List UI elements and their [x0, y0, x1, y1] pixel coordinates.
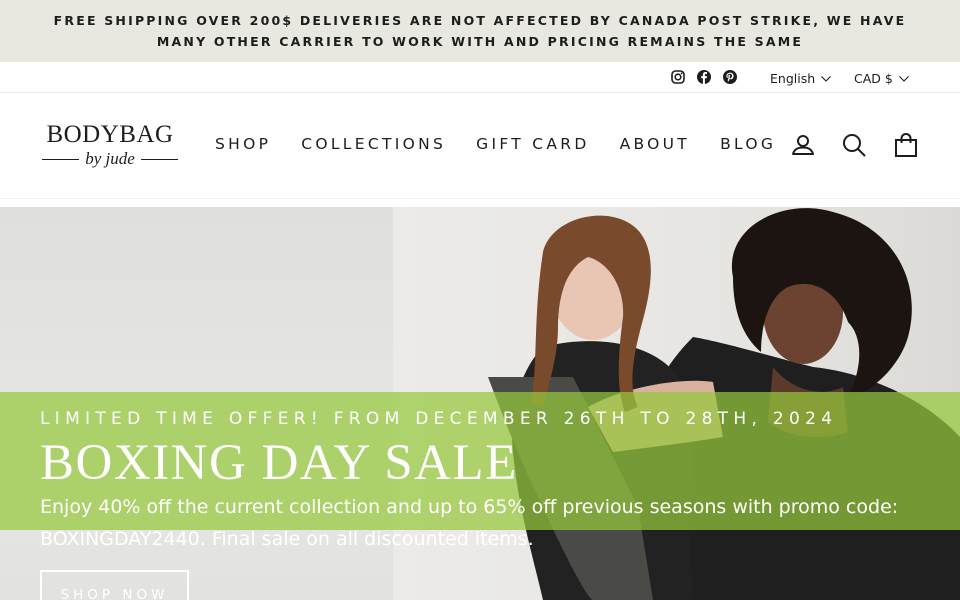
- logo-subline: by jude: [42, 149, 179, 168]
- language-selector[interactable]: English: [770, 71, 832, 86]
- nav-shop[interactable]: SHOP: [200, 135, 286, 153]
- utility-bar: English CAD $: [0, 62, 960, 93]
- currency-selector[interactable]: CAD $: [854, 71, 909, 86]
- main-nav: SHOP COLLECTIONS GIFT CARD ABOUT BLOG: [200, 135, 791, 153]
- nav-blog[interactable]: BLOG: [705, 135, 791, 153]
- pinterest-icon[interactable]: [722, 69, 738, 85]
- hero-title: BOXING DAY SALE: [40, 435, 518, 491]
- logo-rule-left: [42, 158, 80, 160]
- announcement-text: FREE SHIPPING OVER 200$ DELIVERIES ARE N…: [53, 13, 907, 49]
- logo-tagline: by jude: [85, 149, 135, 168]
- instagram-icon[interactable]: [670, 69, 686, 85]
- currency-label: CAD $: [854, 71, 893, 86]
- logo-rule-right: [140, 158, 179, 160]
- nav-collections[interactable]: COLLECTIONS: [286, 135, 461, 153]
- social-links: [670, 69, 738, 85]
- chevron-down-icon: [821, 75, 832, 82]
- logo[interactable]: BODYBAG by jude: [42, 121, 179, 171]
- hero-banner: LIMITED TIME OFFER! FROM DECEMBER 26TH T…: [0, 207, 960, 600]
- shop-now-button[interactable]: SHOP NOW: [40, 570, 189, 600]
- facebook-icon[interactable]: [696, 69, 712, 85]
- site-header: BODYBAG by jude SHOP COLLECTIONS GIFT CA…: [0, 93, 960, 199]
- search-icon[interactable]: [841, 132, 867, 158]
- hero-kicker: LIMITED TIME OFFER! FROM DECEMBER 26TH T…: [40, 409, 838, 429]
- announcement-bar: FREE SHIPPING OVER 200$ DELIVERIES ARE N…: [0, 0, 960, 62]
- hero-description: Enjoy 40% off the current collection and…: [40, 496, 899, 550]
- cart-icon[interactable]: [893, 132, 919, 158]
- logo-wordmark: BODYBAG: [46, 121, 174, 148]
- language-label: English: [770, 71, 816, 86]
- nav-about[interactable]: ABOUT: [605, 135, 705, 153]
- account-icon[interactable]: [790, 132, 816, 158]
- nav-gift-card[interactable]: GIFT CARD: [461, 135, 604, 153]
- chevron-down-icon: [898, 75, 909, 82]
